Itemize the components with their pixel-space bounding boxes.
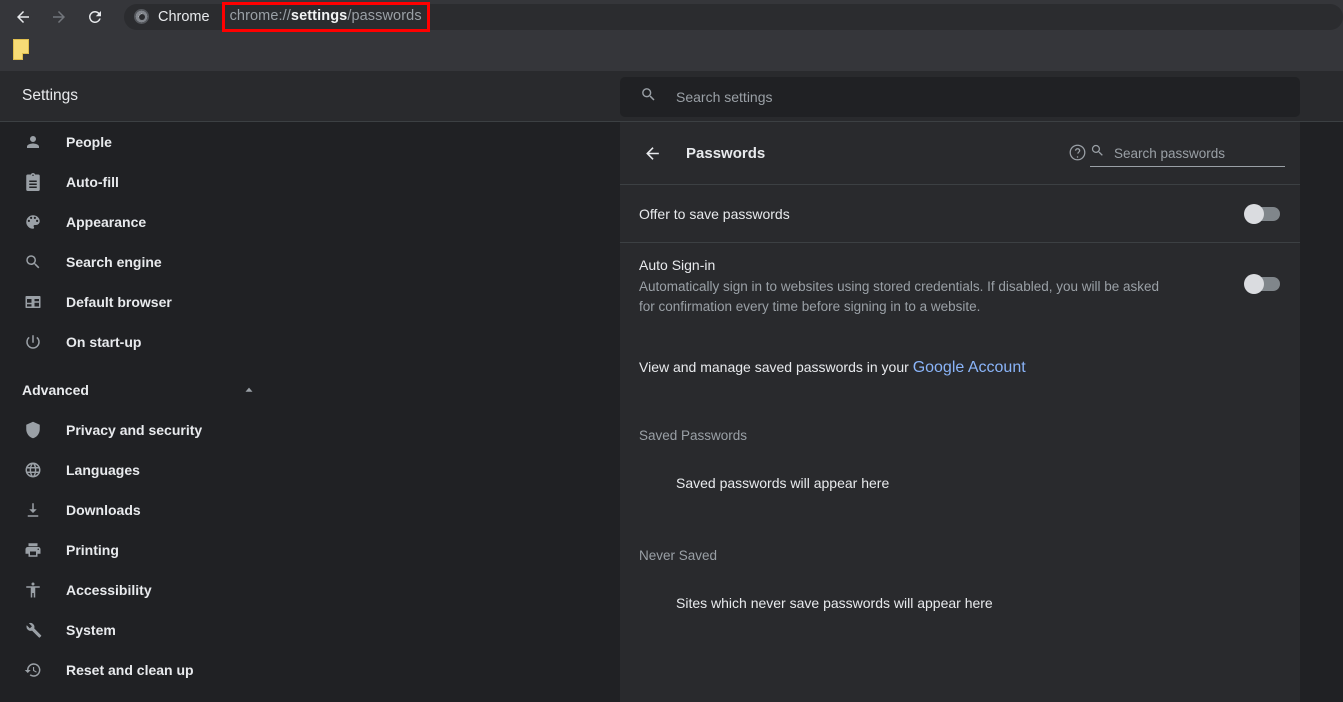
sidebar-item-printing[interactable]: Printing (0, 530, 620, 570)
url-highlight-box: chrome://settings/passwords (221, 1, 430, 32)
search-icon (22, 251, 44, 273)
palette-icon (22, 211, 44, 233)
sidebar-item-reset-and-clean-up[interactable]: Reset and clean up (0, 650, 620, 690)
app-label: Chrome (158, 8, 210, 25)
auto-signin-label: Auto Sign-in (639, 257, 716, 273)
sidebar-item-label: Appearance (66, 214, 147, 230)
sidebar-item-label: Reset and clean up (66, 662, 194, 678)
sidebar-item-default-browser[interactable]: Default browser (0, 282, 620, 322)
help-icon[interactable] (1068, 143, 1087, 167)
manage-passwords-text: View and manage saved passwords in your (639, 359, 913, 375)
sidebar-item-label: Default browser (66, 294, 172, 310)
bookmarks-bar (0, 33, 1343, 71)
forward-button[interactable] (44, 2, 74, 32)
sidebar-item-label: Search engine (66, 254, 162, 270)
sidebar-item-search-engine[interactable]: Search engine (0, 242, 620, 282)
passwords-search-box[interactable] (1090, 143, 1285, 167)
advanced-label: Advanced (22, 382, 89, 398)
google-account-link[interactable]: Google Account (913, 359, 1026, 376)
settings-sidebar: People Auto-fill Appearance Search engin… (0, 122, 620, 702)
back-button[interactable] (8, 2, 38, 32)
sidebar-item-label: Privacy and security (66, 422, 203, 438)
sidebar-item-on-start-up[interactable]: On start-up (0, 322, 620, 362)
search-icon (1090, 143, 1105, 163)
history-icon (22, 659, 44, 681)
toggle-knob (1244, 203, 1264, 224)
settings-header: Settings (0, 71, 1343, 122)
saved-passwords-empty-text: Saved passwords will appear here (676, 475, 890, 491)
sidebar-item-auto-fill[interactable]: Auto-fill (0, 162, 620, 202)
sidebar-item-downloads[interactable]: Downloads (0, 490, 620, 530)
search-icon (640, 86, 657, 108)
browser-toolbar: Chrome chrome://settings/passwords (0, 0, 1343, 33)
chrome-logo-icon (134, 9, 149, 24)
search-settings-input[interactable] (676, 89, 1236, 105)
settings-search-box[interactable] (620, 77, 1300, 117)
page-title: Settings (22, 87, 79, 104)
browser-window-icon (22, 291, 44, 313)
panel-right-gutter (1300, 122, 1343, 702)
sidebar-item-accessibility[interactable]: Accessibility (0, 570, 620, 610)
reload-icon (88, 10, 101, 23)
passwords-panel: Passwords Offer to save passwords Auto S… (620, 122, 1300, 702)
sidebar-item-appearance[interactable]: Appearance (0, 202, 620, 242)
sidebar-section-advanced[interactable]: Advanced (0, 370, 256, 410)
url-suffix: /passwords (347, 8, 422, 24)
sidebar-item-label: Printing (66, 542, 119, 558)
address-bar-text[interactable]: chrome://settings/passwords (230, 8, 422, 24)
globe-icon (22, 459, 44, 481)
sidebar-item-languages[interactable]: Languages (0, 450, 620, 490)
sidebar-item-label: Downloads (66, 502, 141, 518)
person-icon (22, 131, 44, 153)
reload-button[interactable] (80, 2, 110, 32)
never-saved-heading: Never Saved (639, 548, 718, 563)
omnibox[interactable]: Chrome chrome://settings/passwords (124, 1, 1343, 32)
sidebar-item-label: Accessibility (66, 582, 152, 598)
offer-to-save-passwords-row[interactable]: Offer to save passwords (620, 184, 1300, 242)
arrow-left-icon (17, 10, 29, 23)
toggle-knob (1244, 274, 1264, 294)
url-highlight-segment: settings (290, 8, 348, 24)
sidebar-item-system[interactable]: System (0, 610, 620, 650)
clipboard-icon (22, 171, 44, 193)
arrow-right-icon (53, 10, 65, 23)
chevron-up-icon[interactable] (242, 383, 256, 397)
auto-signin-toggle[interactable] (1244, 274, 1280, 294)
sidebar-item-privacy-and-security[interactable]: Privacy and security (0, 410, 620, 450)
accessibility-icon (22, 579, 44, 601)
offer-to-save-label: Offer to save passwords (639, 205, 790, 222)
sidebar-item-label: On start-up (66, 334, 142, 350)
bookmark-note-icon[interactable] (13, 39, 29, 60)
auto-signin-texts: Auto Sign-in Automatically sign in to we… (639, 257, 1246, 317)
saved-passwords-heading: Saved Passwords (639, 428, 748, 443)
sidebar-item-label: People (66, 134, 112, 150)
power-icon (22, 331, 44, 353)
wrench-icon (22, 619, 44, 641)
back-arrow-icon[interactable] (640, 141, 664, 165)
printer-icon (22, 539, 44, 561)
passwords-title: Passwords (686, 144, 766, 162)
sidebar-item-people[interactable]: People (0, 122, 620, 162)
never-saved-empty-text: Sites which never save passwords will ap… (676, 595, 993, 611)
sidebar-item-label: System (66, 622, 116, 638)
download-icon (22, 499, 44, 521)
url-prefix: chrome:// (229, 8, 291, 24)
shield-icon (22, 419, 44, 441)
sidebar-item-label: Auto-fill (66, 174, 119, 190)
auto-signin-row[interactable]: Auto Sign-in Automatically sign in to we… (620, 242, 1300, 333)
manage-passwords-row: View and manage saved passwords in your … (620, 359, 1300, 377)
sidebar-item-label: Languages (66, 462, 140, 478)
passwords-header: Passwords (620, 122, 1300, 184)
auto-signin-description: Automatically sign in to websites using … (639, 279, 1160, 314)
search-passwords-input[interactable] (1114, 145, 1274, 161)
offer-to-save-toggle[interactable] (1244, 203, 1280, 224)
